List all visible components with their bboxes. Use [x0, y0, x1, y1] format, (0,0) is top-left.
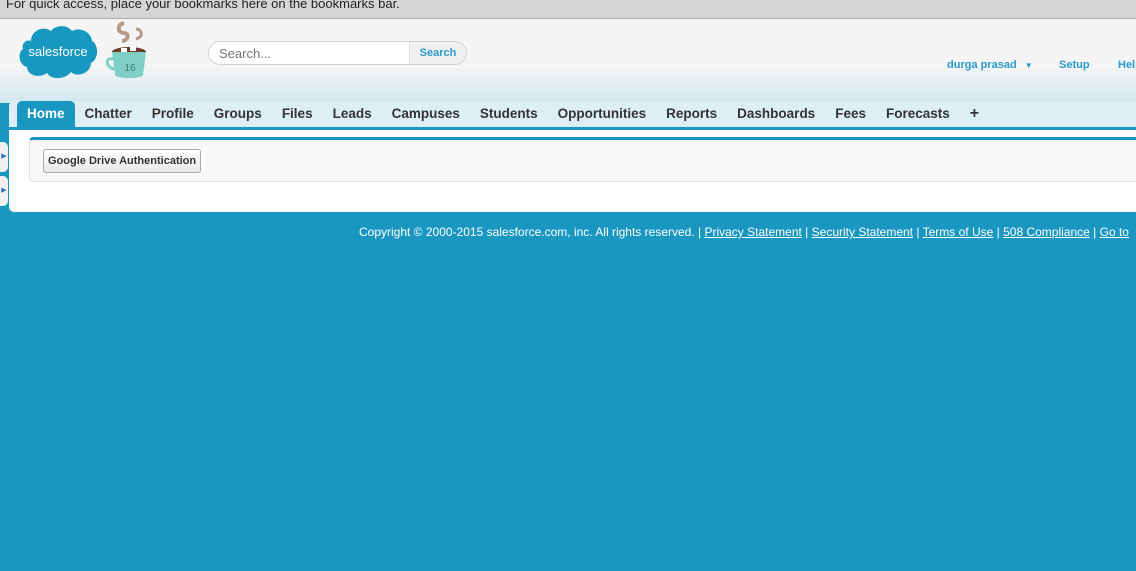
svg-text:16: 16: [124, 63, 136, 74]
tab-files[interactable]: Files: [272, 101, 323, 127]
tab-fees[interactable]: Fees: [825, 101, 876, 127]
setup-link[interactable]: Setup: [1059, 59, 1090, 71]
508-compliance-link[interactable]: 508 Compliance: [1003, 225, 1090, 239]
google-drive-authentication-button[interactable]: Google Drive Authentication: [43, 149, 202, 173]
copyright-text: Copyright © 2000-2015 salesforce.com, in…: [359, 225, 702, 239]
header: salesforce 16 Search durga prasad ▼ Setu…: [0, 19, 1136, 103]
search-button[interactable]: Search: [409, 42, 466, 64]
sidebar-expand-handle[interactable]: ▶: [0, 142, 8, 172]
tab-profile[interactable]: Profile: [142, 101, 204, 127]
tab-forecasts[interactable]: Forecasts: [876, 101, 960, 127]
release-cup-icon: 16: [105, 21, 146, 78]
bookmarks-bar: For quick access, place your bookmarks h…: [0, 0, 1136, 19]
sidebar-expand-handle[interactable]: ▶: [0, 176, 8, 206]
tab-chatter[interactable]: Chatter: [75, 101, 142, 127]
add-tab-icon[interactable]: +: [960, 101, 989, 127]
user-name: durga prasad: [947, 59, 1017, 71]
tab-dashboards[interactable]: Dashboards: [727, 101, 825, 127]
tab-home[interactable]: Home: [17, 101, 75, 127]
tab-groups[interactable]: Groups: [204, 101, 272, 127]
content-panel: Google Drive Authentication: [29, 137, 1136, 182]
help-link[interactable]: Help: [1118, 59, 1136, 71]
security-statement-link[interactable]: Security Statement: [812, 225, 913, 239]
svg-text:salesforce: salesforce: [28, 44, 87, 59]
tab-bar: Home Chatter Profile Groups Files Leads …: [9, 101, 1136, 130]
search-bar: Search: [208, 41, 467, 65]
user-menu[interactable]: durga prasad ▼: [947, 59, 1033, 71]
tab-reports[interactable]: Reports: [656, 101, 727, 127]
privacy-statement-link[interactable]: Privacy Statement: [704, 225, 801, 239]
salesforce-logo[interactable]: salesforce: [17, 23, 99, 80]
tab-campuses[interactable]: Campuses: [382, 101, 470, 127]
terms-of-use-link[interactable]: Terms of Use: [923, 225, 994, 239]
tab-leads[interactable]: Leads: [323, 101, 382, 127]
go-to-link[interactable]: Go to: [1100, 225, 1129, 239]
footer: Copyright © 2000-2015 salesforce.com, in…: [359, 225, 1129, 239]
tab-students[interactable]: Students: [470, 101, 548, 127]
chevron-down-icon: ▼: [1024, 61, 1033, 70]
search-input[interactable]: [209, 42, 409, 64]
tab-opportunities[interactable]: Opportunities: [548, 101, 657, 127]
bookmarks-message: For quick access, place your bookmarks h…: [6, 0, 400, 11]
main-panel: Home Chatter Profile Groups Files Leads …: [9, 101, 1136, 212]
